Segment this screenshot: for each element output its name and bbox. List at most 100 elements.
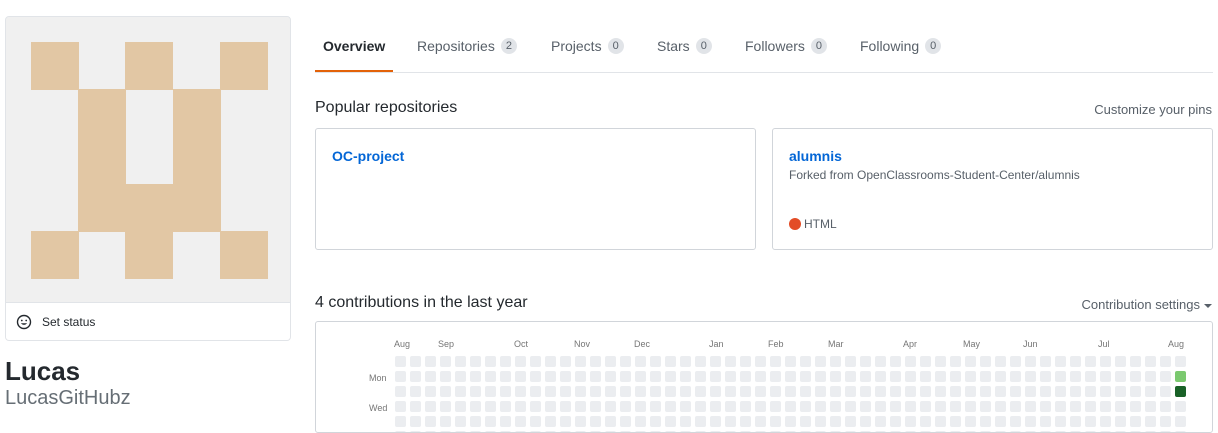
contribution-day-cell[interactable] [620, 371, 631, 382]
contribution-day-cell[interactable] [1175, 356, 1186, 367]
contribution-day-cell[interactable] [815, 401, 826, 412]
contribution-day-cell[interactable] [1085, 356, 1096, 367]
contribution-day-cell[interactable] [1040, 416, 1051, 427]
contribution-day-cell[interactable] [470, 431, 481, 432]
contribution-day-cell[interactable] [1040, 431, 1051, 432]
contribution-day-cell[interactable] [1160, 356, 1171, 367]
contribution-day-cell[interactable] [1040, 401, 1051, 412]
contribution-day-cell[interactable] [635, 371, 646, 382]
contribution-day-cell[interactable] [995, 431, 1006, 432]
contribution-day-cell[interactable] [980, 431, 991, 432]
contribution-day-cell[interactable] [425, 386, 436, 397]
contribution-day-cell[interactable] [1070, 371, 1081, 382]
contribution-day-cell[interactable] [575, 356, 586, 367]
contribution-day-cell[interactable] [845, 356, 856, 367]
contribution-day-cell[interactable] [695, 371, 706, 382]
contribution-day-cell[interactable] [815, 431, 826, 432]
contribution-day-cell[interactable] [665, 371, 676, 382]
contribution-day-cell[interactable] [740, 386, 751, 397]
contribution-day-cell[interactable] [950, 401, 961, 412]
contribution-day-cell[interactable] [665, 386, 676, 397]
contribution-day-cell[interactable] [1115, 371, 1126, 382]
contribution-day-cell[interactable] [755, 371, 766, 382]
contribution-day-cell[interactable] [1100, 401, 1111, 412]
contribution-day-cell[interactable] [740, 356, 751, 367]
contribution-day-cell[interactable] [1085, 416, 1096, 427]
contribution-day-cell[interactable] [1085, 386, 1096, 397]
contribution-day-cell[interactable] [905, 416, 916, 427]
contribution-day-cell[interactable] [830, 416, 841, 427]
contribution-day-cell[interactable] [1115, 401, 1126, 412]
contribution-day-cell[interactable] [1055, 431, 1066, 432]
contribution-day-cell[interactable] [410, 416, 421, 427]
contribution-day-cell[interactable] [995, 386, 1006, 397]
contribution-day-cell[interactable] [965, 386, 976, 397]
contribution-day-cell[interactable] [935, 416, 946, 427]
contribution-day-cell[interactable] [785, 386, 796, 397]
contribution-day-cell[interactable] [890, 431, 901, 432]
contribution-day-cell[interactable] [530, 401, 541, 412]
contribution-day-cell[interactable] [1175, 401, 1186, 412]
contribution-day-cell[interactable] [1115, 416, 1126, 427]
contribution-day-cell[interactable] [440, 401, 451, 412]
contribution-day-cell[interactable] [755, 386, 766, 397]
contribution-day-cell[interactable] [455, 356, 466, 367]
contribution-day-cell[interactable] [860, 431, 871, 432]
contribution-day-cell[interactable] [470, 401, 481, 412]
contribution-day-cell[interactable] [530, 356, 541, 367]
contribution-day-cell[interactable] [1055, 371, 1066, 382]
contribution-day-cell[interactable] [1130, 431, 1141, 432]
contribution-day-cell[interactable] [455, 431, 466, 432]
contribution-day-cell[interactable] [515, 416, 526, 427]
contribution-day-cell[interactable] [905, 431, 916, 432]
contribution-day-cell[interactable] [1175, 386, 1186, 397]
contribution-day-cell[interactable] [1160, 431, 1171, 432]
contribution-day-cell[interactable] [1115, 431, 1126, 432]
contribution-day-cell[interactable] [1010, 401, 1021, 412]
contribution-day-cell[interactable] [650, 356, 661, 367]
contribution-day-cell[interactable] [1070, 416, 1081, 427]
contribution-day-cell[interactable] [560, 371, 571, 382]
repo-link[interactable]: OC-project [332, 148, 404, 164]
contribution-day-cell[interactable] [455, 416, 466, 427]
contribution-day-cell[interactable] [665, 416, 676, 427]
contribution-day-cell[interactable] [995, 356, 1006, 367]
contribution-day-cell[interactable] [620, 386, 631, 397]
contribution-day-cell[interactable] [875, 371, 886, 382]
contribution-day-cell[interactable] [695, 431, 706, 432]
contribution-day-cell[interactable] [440, 356, 451, 367]
contribution-day-cell[interactable] [995, 371, 1006, 382]
contribution-day-cell[interactable] [830, 386, 841, 397]
contribution-day-cell[interactable] [500, 386, 511, 397]
contribution-day-cell[interactable] [1130, 386, 1141, 397]
contribution-day-cell[interactable] [410, 431, 421, 432]
contribution-day-cell[interactable] [995, 416, 1006, 427]
contribution-day-cell[interactable] [935, 431, 946, 432]
contribution-day-cell[interactable] [515, 431, 526, 432]
contribution-day-cell[interactable] [1085, 431, 1096, 432]
contribution-day-cell[interactable] [725, 401, 736, 412]
contribution-day-cell[interactable] [545, 386, 556, 397]
contribution-day-cell[interactable] [875, 431, 886, 432]
contribution-day-cell[interactable] [710, 386, 721, 397]
contribution-day-cell[interactable] [725, 416, 736, 427]
contribution-day-cell[interactable] [1085, 401, 1096, 412]
contribution-day-cell[interactable] [440, 416, 451, 427]
contribution-day-cell[interactable] [860, 386, 871, 397]
contribution-day-cell[interactable] [470, 416, 481, 427]
contribution-day-cell[interactable] [1010, 386, 1021, 397]
contribution-day-cell[interactable] [935, 401, 946, 412]
contribution-day-cell[interactable] [485, 416, 496, 427]
contribution-day-cell[interactable] [1145, 416, 1156, 427]
contribution-day-cell[interactable] [920, 416, 931, 427]
contribution-day-cell[interactable] [410, 386, 421, 397]
contribution-day-cell[interactable] [815, 386, 826, 397]
contribution-day-cell[interactable] [725, 356, 736, 367]
repo-link[interactable]: alumnis [789, 148, 842, 164]
contribution-day-cell[interactable] [815, 416, 826, 427]
contribution-day-cell[interactable] [1100, 371, 1111, 382]
contribution-day-cell[interactable] [800, 431, 811, 432]
contribution-day-cell[interactable] [770, 356, 781, 367]
contribution-day-cell[interactable] [545, 431, 556, 432]
contribution-day-cell[interactable] [485, 431, 496, 432]
